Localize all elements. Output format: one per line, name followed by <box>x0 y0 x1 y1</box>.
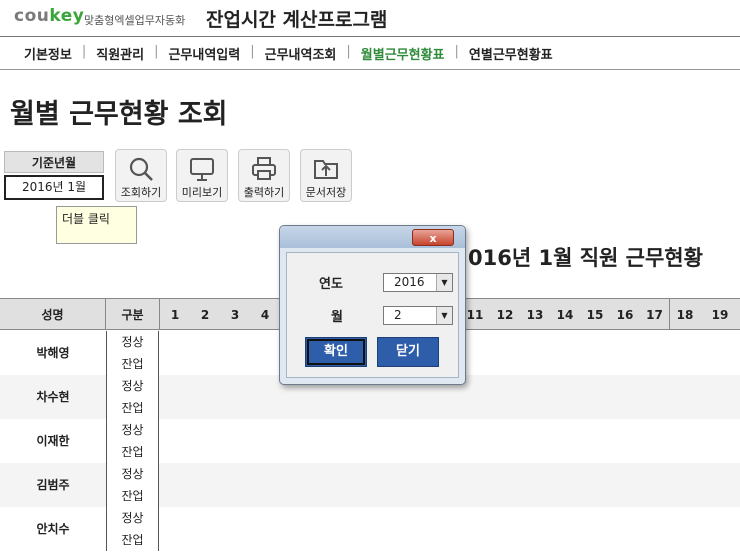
page-title: 월별 근무현황 조회 <box>10 99 228 130</box>
employee-name: 이재한 <box>36 434 70 448</box>
preview-button[interactable]: 미리보기 <box>176 149 228 202</box>
kind-normal: 정상 <box>106 331 159 353</box>
header-day: 2 <box>190 298 220 330</box>
header-day: 13 <box>520 298 550 330</box>
double-click-tooltip: 더블 클릭 <box>56 206 137 244</box>
header-day: 12 <box>490 298 520 330</box>
search-button[interactable]: 조회하기 <box>115 149 167 202</box>
year-label: 연도 <box>319 277 343 292</box>
kind-normal: 정상 <box>106 507 159 529</box>
kind-overtime: 잔업 <box>106 529 159 551</box>
header-divider <box>0 36 740 37</box>
coukey-logo: coukey <box>14 6 85 26</box>
printer-icon <box>252 157 276 180</box>
kind-overtime: 잔업 <box>106 397 159 419</box>
kind-overtime: 잔업 <box>106 353 159 375</box>
report-title: 016년 1월 직원 근무현황 <box>468 246 703 270</box>
header-day: 19 <box>700 298 740 330</box>
month-value: 2 <box>394 308 402 322</box>
chevron-down-icon[interactable]: ▼ <box>436 274 452 291</box>
search-button-label: 조회하기 <box>120 186 162 199</box>
folder-upload-icon <box>314 160 338 179</box>
year-select[interactable]: 2016 ▼ <box>383 273 453 292</box>
search-icon <box>129 157 153 181</box>
nav-basic-info[interactable]: 기본정보 <box>14 44 82 63</box>
employee-name: 박해영 <box>36 346 70 360</box>
chevron-down-icon[interactable]: ▼ <box>436 307 452 324</box>
header-day: 3 <box>220 298 250 330</box>
base-month-cell[interactable]: 2016년 1월 <box>4 175 104 200</box>
header-day: 4 <box>250 298 280 330</box>
table-row: 김범주 정상 잔업 <box>0 463 740 507</box>
kind-normal: 정상 <box>106 419 159 441</box>
kind-normal: 정상 <box>106 463 159 485</box>
monitor-icon <box>190 158 214 181</box>
nav-yearly-status[interactable]: 연별근무현황표 <box>459 44 563 63</box>
year-month-dialog: x 연도 2016 ▼ 월 2 ▼ 확인 닫기 <box>279 225 466 385</box>
table-row: 안치수 정상 잔업 <box>0 507 740 551</box>
header-day: 15 <box>580 298 610 330</box>
nav-monthly-status[interactable]: 월별근무현황표 <box>351 44 455 63</box>
nav-work-input[interactable]: 근무내역입력 <box>158 44 250 63</box>
app-title: 잔업시간 계산프로그램 <box>206 9 388 31</box>
month-label: 월 <box>331 310 343 325</box>
table-row: 이재한 정상 잔업 <box>0 419 740 463</box>
save-document-label: 문서저장 <box>305 186 347 199</box>
header-day: 1 <box>160 298 190 330</box>
close-button[interactable]: 닫기 <box>377 337 439 367</box>
employee-name: 차수현 <box>36 390 70 404</box>
header-day: 17 <box>640 298 670 330</box>
ok-button[interactable]: 확인 <box>305 337 367 367</box>
header-day: 18 <box>670 298 700 330</box>
dialog-body: 연도 2016 ▼ 월 2 ▼ 확인 닫기 <box>286 252 459 378</box>
header-day: 16 <box>610 298 640 330</box>
kind-overtime: 잔업 <box>106 485 159 507</box>
preview-button-label: 미리보기 <box>181 186 223 199</box>
month-select[interactable]: 2 ▼ <box>383 306 453 325</box>
nav-divider <box>0 69 740 70</box>
print-button-label: 출력하기 <box>243 186 285 199</box>
base-month-label: 기준년월 <box>4 151 104 173</box>
print-button[interactable]: 출력하기 <box>238 149 290 202</box>
header-day: 14 <box>550 298 580 330</box>
kind-normal: 정상 <box>106 375 159 397</box>
employee-name: 안치수 <box>36 522 70 536</box>
dialog-close-button[interactable]: x <box>412 229 454 246</box>
employee-name: 김범주 <box>36 478 70 492</box>
main-nav: 기본정보 | 직원관리 | 근무내역입력 | 근무내역조회 | 월별근무현황표 | 연별근… <box>14 44 563 63</box>
save-document-button[interactable]: 문서저장 <box>300 149 352 202</box>
nav-employee-mgmt[interactable]: 직원관리 <box>86 44 154 63</box>
header-name: 성명 <box>0 298 106 330</box>
kind-overtime: 잔업 <box>106 441 159 463</box>
year-value: 2016 <box>394 275 425 289</box>
header-kind: 구분 <box>106 298 160 330</box>
nav-work-query[interactable]: 근무내역조회 <box>255 44 347 63</box>
tagline: 맞춤형엑셀업무자동화 <box>84 14 186 27</box>
